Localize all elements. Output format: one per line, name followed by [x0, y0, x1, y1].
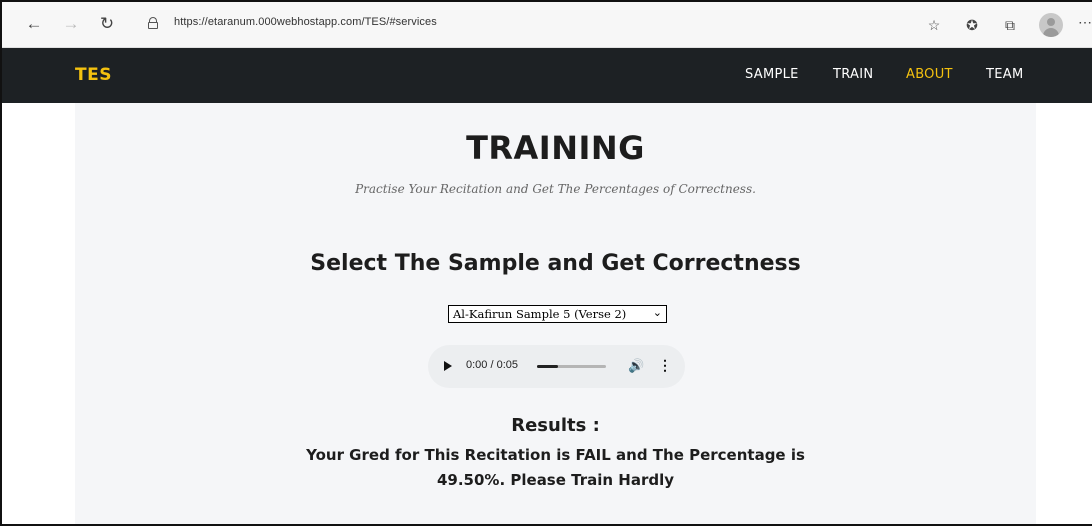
favorites-icon[interactable]: ✪	[962, 15, 982, 35]
training-section: TRAINING Practise Your Recitation and Ge…	[75, 103, 1036, 524]
more-icon[interactable]: ⋯	[1078, 14, 1092, 31]
lock-icon	[148, 17, 158, 29]
forward-arrow-icon[interactable]: →	[61, 14, 81, 34]
nav-link-about[interactable]: ABOUT	[906, 67, 953, 82]
volume-icon[interactable]: 🔊	[628, 358, 644, 374]
browser-window: ← → ↻ https://etaranum.000webhostapp.com…	[0, 0, 1092, 526]
url-text[interactable]: https://etaranum.000webhostapp.com/TES/#…	[174, 16, 437, 28]
profile-icon[interactable]	[1039, 13, 1063, 37]
audio-time: 0:00 / 0:05	[466, 359, 518, 371]
page-subtitle: Practise Your Recitation and Get The Per…	[355, 182, 756, 196]
page-title: TRAINING	[466, 129, 645, 167]
results-label: Results :	[511, 415, 600, 436]
audio-player: 0:00 / 0:05 🔊 ⋮	[428, 345, 685, 388]
site-navbar: TES SAMPLE TRAIN ABOUT TEAM	[2, 48, 1092, 103]
collections-icon[interactable]: ⧉	[1000, 15, 1020, 35]
read-aloud-icon[interactable]: ☆	[924, 15, 944, 35]
brand-logo[interactable]: TES	[75, 65, 112, 85]
nav-link-team[interactable]: TEAM	[986, 67, 1023, 82]
sample-select[interactable]: Al-Kafirun Sample 5 (Verse 2) ⌄	[448, 305, 667, 323]
back-arrow-icon[interactable]: ←	[24, 14, 44, 34]
nav-link-train[interactable]: TRAIN	[833, 67, 873, 82]
refresh-icon[interactable]: ↻	[97, 14, 117, 34]
play-icon[interactable]	[444, 361, 452, 371]
chevron-down-icon: ⌄	[652, 306, 662, 319]
nav-link-sample[interactable]: SAMPLE	[745, 67, 799, 82]
sample-select-value: Al-Kafirun Sample 5 (Verse 2)	[453, 307, 627, 321]
address-bar[interactable]: https://etaranum.000webhostapp.com/TES/#…	[140, 11, 940, 37]
results-text: Your Gred for This Recitation is FAIL an…	[306, 446, 805, 489]
browser-toolbar: ← → ↻ https://etaranum.000webhostapp.com…	[2, 2, 1092, 48]
audio-progress-bar[interactable]	[537, 365, 606, 368]
section-heading: Select The Sample and Get Correctness	[310, 251, 801, 276]
audio-progress-fill	[537, 365, 558, 368]
more-options-icon[interactable]: ⋮	[658, 357, 672, 374]
